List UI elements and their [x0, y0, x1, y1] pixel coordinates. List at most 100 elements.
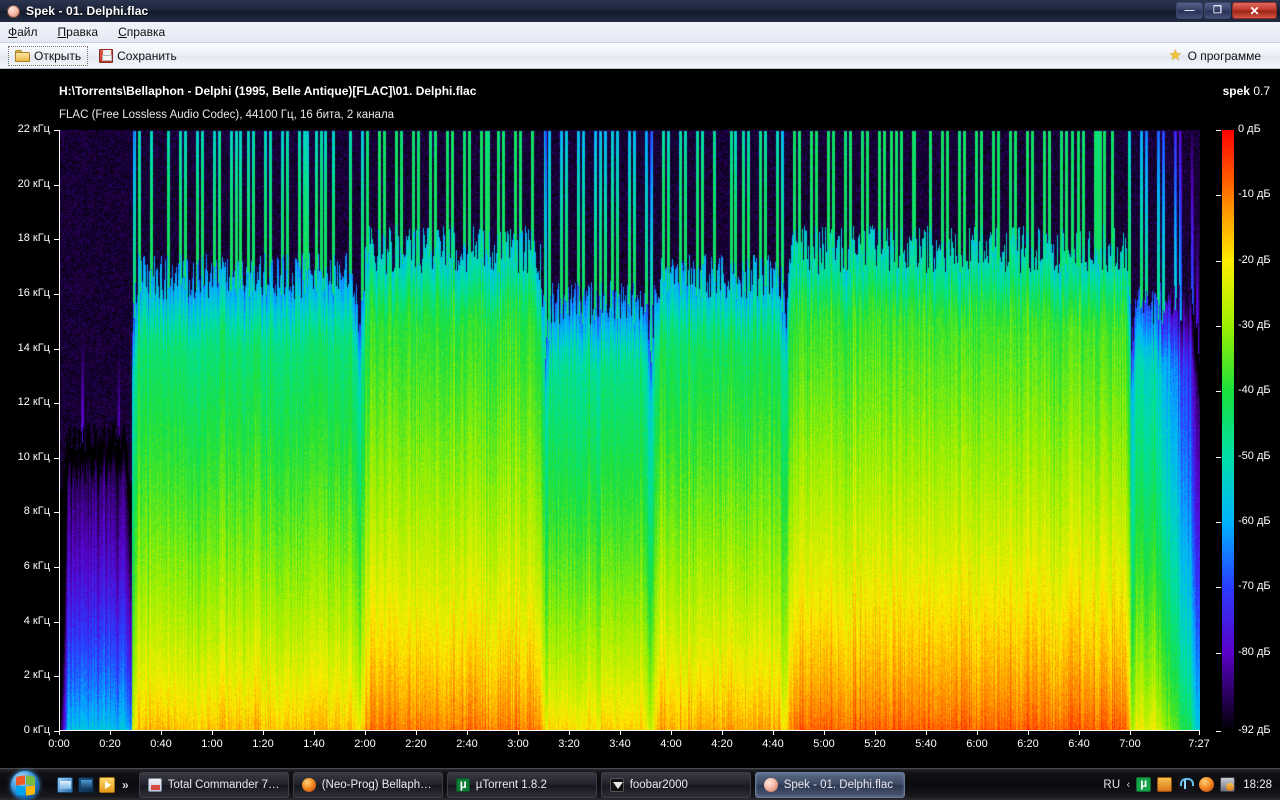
- colorbar-tick: [1216, 261, 1221, 262]
- x-axis-tick: [1028, 731, 1029, 735]
- task-button-utorrent[interactable]: µTorrent 1.8.2: [446, 771, 597, 798]
- about-button[interactable]: ★ О программе: [1162, 46, 1268, 66]
- close-button[interactable]: ✕: [1232, 2, 1277, 19]
- network-tray-icon[interactable]: [1178, 777, 1195, 792]
- task-buttons: Total Commander 7… (Neo-Prog) Bellaph… µ…: [133, 770, 905, 800]
- menu-item-file[interactable]: Файл: [8, 25, 38, 39]
- x-axis-label: 0:00: [48, 738, 70, 750]
- x-axis-label: 4:00: [660, 738, 682, 750]
- system-tray: RU ‹ 18:28: [1103, 770, 1280, 800]
- open-button[interactable]: Открыть: [8, 45, 89, 66]
- x-axis-tick: [1130, 731, 1131, 735]
- foobar2000-icon: [609, 777, 624, 792]
- update-tray-icon[interactable]: [1199, 777, 1215, 792]
- star-icon: ★: [1168, 46, 1183, 64]
- spek-window: Spek - 01. Delphi.flac — ❐ ✕ Файл Правка…: [0, 0, 1280, 768]
- version-number: 0.7: [1253, 84, 1270, 98]
- x-axis-tick: [263, 731, 264, 735]
- x-axis-tick: [365, 731, 366, 735]
- x-axis-tick: [161, 731, 162, 735]
- task-label: Total Commander 7…: [167, 778, 280, 791]
- y-axis-line: [59, 130, 60, 731]
- clock[interactable]: 18:28: [1241, 779, 1272, 791]
- colorbar-gradient: [1222, 130, 1234, 731]
- about-button-label: О программе: [1187, 48, 1261, 63]
- window-controls: — ❐ ✕: [1176, 2, 1277, 19]
- x-axis-line: [59, 730, 1200, 731]
- colorbar-label: -30 дБ: [1238, 319, 1271, 331]
- language-indicator[interactable]: RU: [1103, 779, 1120, 791]
- x-axis-tick: [467, 731, 468, 735]
- y-axis-label: 6 кГц: [23, 560, 50, 572]
- window-titlebar[interactable]: Spek - 01. Delphi.flac — ❐ ✕: [0, 0, 1280, 22]
- java-tray-icon[interactable]: [1157, 777, 1173, 792]
- start-button[interactable]: [1, 770, 49, 800]
- save-button-label: Сохранить: [117, 48, 177, 63]
- colorbar-legend: [1222, 130, 1234, 731]
- switch-windows-icon[interactable]: [78, 776, 94, 793]
- misc-tray-icon[interactable]: [1220, 777, 1236, 792]
- colorbar-tick: [1216, 587, 1221, 588]
- minimize-icon: —: [1184, 5, 1195, 16]
- x-axis-label: 3:00: [507, 738, 529, 750]
- task-button-foobar2000[interactable]: foobar2000: [600, 771, 751, 798]
- firefox-icon: [301, 777, 316, 792]
- y-axis-label: 10 кГц: [17, 451, 50, 463]
- show-desktop-icon[interactable]: [57, 776, 73, 793]
- x-axis-label: 4:40: [762, 738, 784, 750]
- colorbar-label: -10 дБ: [1238, 188, 1271, 200]
- menu-item-help-rest: правка: [126, 25, 166, 39]
- x-axis-tick: [569, 731, 570, 735]
- close-icon: ✕: [1249, 3, 1260, 18]
- x-axis-label: 0:20: [99, 738, 121, 750]
- x-axis-label: 2:40: [456, 738, 478, 750]
- utorrent-tray-icon[interactable]: [1136, 776, 1152, 792]
- x-axis-tick: [518, 731, 519, 735]
- x-axis-tick: [722, 731, 723, 735]
- x-axis-tick: [926, 731, 927, 735]
- x-axis-tick: [59, 731, 60, 735]
- colorbar-label: -60 дБ: [1238, 515, 1271, 527]
- x-axis-label: 5:40: [915, 738, 937, 750]
- media-player-icon[interactable]: [99, 776, 115, 793]
- open-button-label: Открыть: [34, 48, 82, 63]
- taskbar: » Total Commander 7… (Neo-Prog) Bellaph……: [0, 768, 1280, 800]
- task-button-firefox[interactable]: (Neo-Prog) Bellaph…: [292, 771, 443, 798]
- minimize-button[interactable]: —: [1176, 2, 1203, 19]
- overflow-chevron-icon[interactable]: »: [120, 778, 129, 792]
- task-button-spek[interactable]: Spek - 01. Delphi.flac: [754, 771, 905, 798]
- x-axis-tick: [620, 731, 621, 735]
- menu-item-edit[interactable]: Правка: [58, 25, 99, 39]
- colorbar-tick: [1216, 326, 1221, 327]
- spek-circle-icon: [763, 777, 778, 792]
- colorbar-label: -20 дБ: [1238, 254, 1271, 266]
- x-axis-tick: [212, 731, 213, 735]
- y-axis-label: 0 кГц: [23, 724, 50, 736]
- version-name: spek: [1222, 84, 1250, 98]
- file-info-label: FLAC (Free Lossless Audio Codec), 44100 …: [59, 109, 395, 121]
- task-label: foobar2000: [629, 778, 688, 791]
- maximize-button[interactable]: ❐: [1204, 2, 1231, 19]
- x-axis-label: 1:20: [252, 738, 274, 750]
- total-commander-icon: [147, 777, 162, 792]
- quick-launch-bar: »: [49, 770, 133, 800]
- spectrogram-plot[interactable]: [59, 130, 1200, 731]
- x-axis-label: 6:40: [1068, 738, 1090, 750]
- colorbar-label: -50 дБ: [1238, 450, 1271, 462]
- spectrogram-image[interactable]: [60, 130, 1200, 731]
- colorbar-tick: [1216, 522, 1221, 523]
- x-axis-label: 3:20: [558, 738, 580, 750]
- tray-chevron-icon[interactable]: ‹: [1127, 779, 1131, 791]
- task-button-total-commander[interactable]: Total Commander 7…: [138, 771, 289, 798]
- x-axis-tick: [824, 731, 825, 735]
- menu-item-help[interactable]: Справка: [118, 25, 165, 39]
- x-axis-tick: [110, 731, 111, 735]
- file-path-label: H:\Torrents\Bellaphon - Delphi (1995, Be…: [59, 84, 477, 98]
- utorrent-icon: [455, 777, 470, 792]
- x-axis-tick: [773, 731, 774, 735]
- toolbar: Открыть Сохранить ★ О программе: [0, 43, 1280, 69]
- save-button[interactable]: Сохранить: [92, 46, 184, 66]
- folder-icon: [15, 49, 30, 62]
- task-label: (Neo-Prog) Bellaph…: [321, 778, 432, 791]
- x-axis-label: 3:40: [609, 738, 631, 750]
